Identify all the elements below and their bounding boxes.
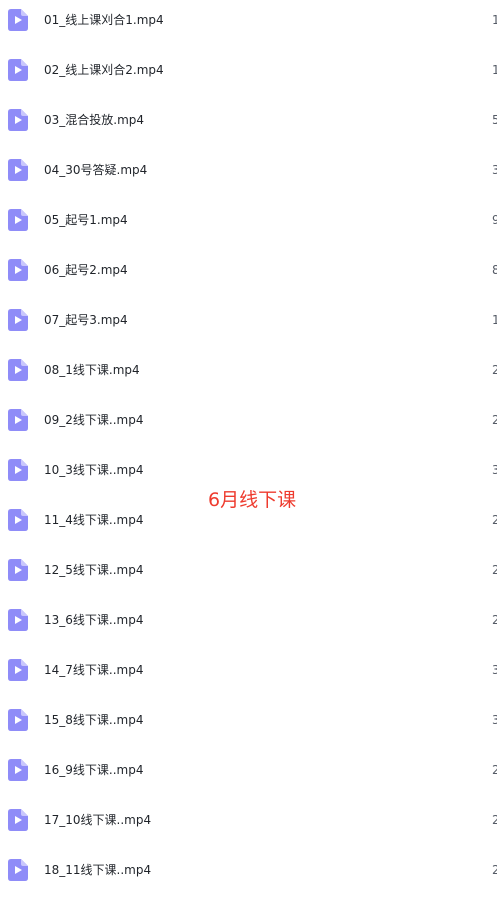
file-name: 10_3线下课..mp4	[44, 463, 144, 477]
video-file-icon	[8, 609, 28, 631]
file-meta: 2	[492, 763, 497, 777]
file-name: 12_5线下课..mp4	[44, 563, 144, 577]
video-file-icon	[8, 709, 28, 731]
video-file-icon	[8, 759, 28, 781]
video-file-icon	[8, 859, 28, 881]
file-meta: 3	[492, 713, 497, 727]
file-name: 07_起号3.mp4	[44, 313, 128, 327]
file-meta: 8	[492, 263, 497, 277]
file-meta: 3	[492, 663, 497, 677]
video-file-icon	[8, 359, 28, 381]
file-meta: 2	[492, 413, 497, 427]
file-meta: 3	[492, 163, 497, 177]
file-name: 01_线上课刈合1.mp4	[44, 13, 164, 27]
file-name: 13_6线下课..mp4	[44, 613, 144, 627]
video-file-icon	[8, 209, 28, 231]
file-name: 02_线上课刈合2.mp4	[44, 63, 164, 77]
video-file-icon	[8, 9, 28, 31]
file-name: 16_9线下课..mp4	[44, 763, 144, 777]
video-file-icon	[8, 159, 28, 181]
file-name: 03_混合投放.mp4	[44, 113, 145, 127]
file-name: 18_11线下课..mp4	[44, 863, 152, 877]
file-meta: 3	[492, 463, 497, 477]
video-file-icon	[8, 109, 28, 131]
file-meta: 1	[492, 13, 497, 27]
file-meta: 1	[492, 63, 497, 77]
file-name: 06_起号2.mp4	[44, 263, 128, 277]
video-file-icon	[8, 59, 28, 81]
video-file-icon	[8, 509, 28, 531]
file-name: 14_7线下课..mp4	[44, 663, 144, 677]
video-file-icon	[8, 559, 28, 581]
file-meta: 9	[492, 213, 497, 227]
file-name: 08_1线下课.mp4	[44, 363, 140, 377]
file-meta: 2	[492, 613, 497, 627]
file-name: 05_起号1.mp4	[44, 213, 128, 227]
file-name: 04_30号答疑.mp4	[44, 163, 148, 177]
file-name: 15_8线下课..mp4	[44, 713, 144, 727]
video-file-icon	[8, 659, 28, 681]
video-file-icon	[8, 309, 28, 331]
file-meta: 2	[492, 863, 497, 877]
video-file-icon	[8, 809, 28, 831]
video-file-icon	[8, 259, 28, 281]
file-meta: 2	[492, 363, 497, 377]
file-meta: 2	[492, 813, 497, 827]
file-name: 17_10线下课..mp4	[44, 813, 152, 827]
video-file-icon	[8, 409, 28, 431]
folder-label: 6月线下课	[208, 489, 297, 511]
file-name: 11_4线下课..mp4	[44, 513, 144, 527]
file-meta: 2	[492, 513, 497, 527]
file-meta: 1	[492, 313, 497, 327]
video-file-icon	[8, 459, 28, 481]
file-meta: 2	[492, 563, 497, 577]
file-meta: 5	[492, 113, 497, 127]
file-name: 09_2线下课..mp4	[44, 413, 144, 427]
